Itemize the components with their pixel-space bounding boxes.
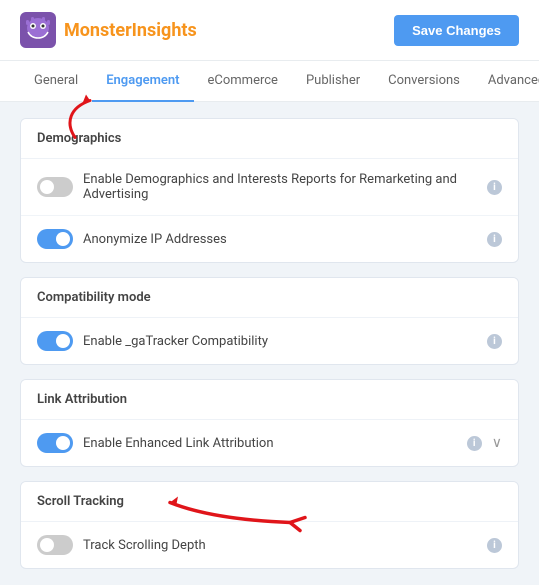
demographics-remarketing-label: Enable Demographics and Interests Report… <box>83 172 477 202</box>
demographics-body: Enable Demographics and Interests Report… <box>21 159 518 262</box>
compatibility-card: Compatibility mode Enable _gaTracker Com… <box>20 277 519 365</box>
demographics-card: Demographics Enable Demographics and Int… <box>20 118 519 263</box>
ga-tracker-toggle[interactable] <box>37 331 73 351</box>
scroll-depth-toggle[interactable] <box>37 535 73 555</box>
scroll-depth-slider <box>37 535 73 555</box>
demographics-remarketing-toggle[interactable] <box>37 177 73 197</box>
nav-tabs: General Engagement eCommerce Publisher C… <box>0 61 539 102</box>
enhanced-link-row: Enable Enhanced Link Attribution i ∨ <box>21 420 518 466</box>
scroll-tracking-header: Scroll Tracking <box>21 482 518 522</box>
demographics-remarketing-info-icon[interactable]: i <box>487 180 502 195</box>
logo: MonsterInsights <box>20 12 197 48</box>
save-changes-button[interactable]: Save Changes <box>394 15 519 46</box>
demographics-remarketing-slider <box>37 177 73 197</box>
enhanced-link-label: Enable Enhanced Link Attribution <box>83 436 457 451</box>
scroll-tracking-card: Scroll Tracking Track Scrolling Depth i <box>20 481 519 569</box>
anonymize-ip-info-icon[interactable]: i <box>487 232 502 247</box>
logo-text-accent: Insights <box>132 20 197 41</box>
header: MonsterInsights Save Changes <box>0 0 539 61</box>
tab-conversions[interactable]: Conversions <box>374 61 474 102</box>
anonymize-ip-slider <box>37 229 73 249</box>
tab-publisher[interactable]: Publisher <box>292 61 374 102</box>
enhanced-link-expand-icon[interactable]: ∨ <box>492 435 502 451</box>
anonymize-ip-label: Anonymize IP Addresses <box>83 232 477 247</box>
scroll-depth-info-icon[interactable]: i <box>487 538 502 553</box>
enhanced-link-toggle[interactable] <box>37 433 73 453</box>
anonymize-ip-toggle[interactable] <box>37 229 73 249</box>
scroll-tracking-body: Track Scrolling Depth i <box>21 522 518 568</box>
ga-tracker-info-icon[interactable]: i <box>487 334 502 349</box>
enhanced-link-info-icon[interactable]: i <box>467 436 482 451</box>
scroll-depth-row: Track Scrolling Depth i <box>21 522 518 568</box>
logo-text-regular: Monster <box>64 20 132 41</box>
demographics-header: Demographics <box>21 119 518 159</box>
link-attribution-body: Enable Enhanced Link Attribution i ∨ <box>21 420 518 466</box>
settings-content: Demographics Enable Demographics and Int… <box>0 102 539 585</box>
demographics-remarketing-row: Enable Demographics and Interests Report… <box>21 159 518 216</box>
anonymize-ip-row: Anonymize IP Addresses i <box>21 216 518 262</box>
tab-advanced[interactable]: Advanced <box>474 61 539 102</box>
ga-tracker-label: Enable _gaTracker Compatibility <box>83 334 477 349</box>
link-attribution-header: Link Attribution <box>21 380 518 420</box>
scroll-depth-label: Track Scrolling Depth <box>83 538 477 553</box>
logo-text: MonsterInsights <box>64 20 197 41</box>
link-attribution-card: Link Attribution Enable Enhanced Link At… <box>20 379 519 467</box>
ga-tracker-slider <box>37 331 73 351</box>
tab-engagement[interactable]: Engagement <box>92 61 193 102</box>
compatibility-body: Enable _gaTracker Compatibility i <box>21 318 518 364</box>
tab-ecommerce[interactable]: eCommerce <box>194 61 292 102</box>
tab-general[interactable]: General <box>20 61 92 102</box>
ga-tracker-row: Enable _gaTracker Compatibility i <box>21 318 518 364</box>
enhanced-link-slider <box>37 433 73 453</box>
compatibility-header: Compatibility mode <box>21 278 518 318</box>
logo-icon <box>20 12 56 48</box>
